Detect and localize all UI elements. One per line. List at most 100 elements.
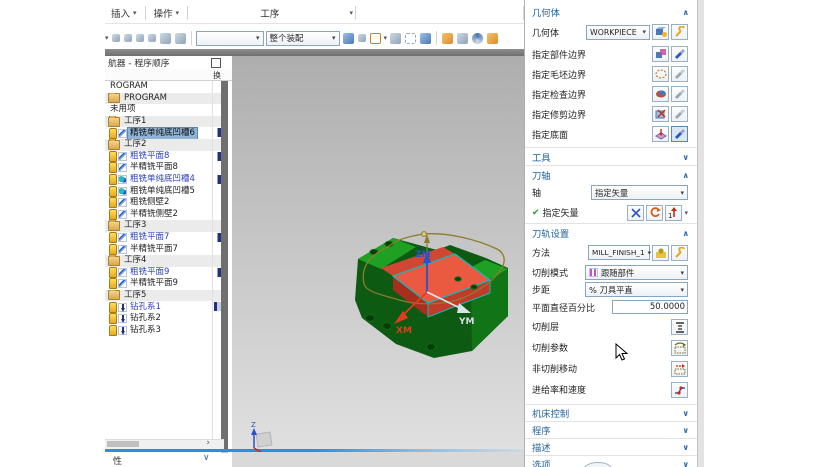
vertical-scrollbar[interactable]: [221, 81, 228, 465]
grid-window-icon[interactable]: [487, 33, 498, 44]
display-boundary-button[interactable]: [671, 106, 688, 122]
method-combo[interactable]: MILL_FINISH_1 ▾: [588, 245, 650, 260]
section-tool[interactable]: 工具 ∨: [525, 147, 697, 165]
3d-model[interactable]: ZM XM YM Z X: [232, 56, 524, 452]
display-boundary-button[interactable]: [671, 126, 688, 142]
edit-geometry-button[interactable]: [671, 24, 688, 40]
scrollbar-thumb[interactable]: [221, 81, 228, 451]
undock-icon[interactable]: [211, 58, 221, 68]
tree-row[interactable]: 粗铣平面7: [105, 232, 221, 244]
chevron-up-icon[interactable]: ∧: [683, 8, 690, 17]
tree-row[interactable]: 工序4: [105, 255, 221, 267]
tree-row[interactable]: 粗铣单纯底凹槽5: [105, 185, 221, 197]
window-cascade-icon[interactable]: [442, 33, 453, 44]
chevron-down-icon[interactable]: ▾: [384, 34, 388, 42]
chain-icon[interactable]: [124, 34, 132, 42]
pattern-icon[interactable]: [136, 34, 144, 42]
tree-row[interactable]: 未用项: [105, 104, 221, 116]
display-boundary-button[interactable]: [671, 46, 688, 62]
stepover-combo[interactable]: % 刀具平直 ▾: [585, 282, 688, 297]
wave-icon[interactable]: [358, 34, 366, 42]
tree-row[interactable]: 半精铣平面9: [105, 278, 221, 290]
curve-icon[interactable]: [160, 33, 171, 44]
scroll-right-arrow-icon[interactable]: ›: [206, 438, 210, 448]
specify-boundary-button[interactable]: [652, 106, 669, 122]
horizontal-scrollbar[interactable]: ›: [105, 439, 224, 449]
section-程序[interactable]: 程序∨: [525, 421, 697, 438]
menu-insert[interactable]: 插入 ▾: [105, 6, 143, 20]
reset-vector-button[interactable]: [646, 205, 663, 221]
new-window-icon[interactable]: [370, 33, 381, 44]
tree-row[interactable]: 粗铣侧壁2: [105, 197, 221, 209]
tree-row[interactable]: 工序3: [105, 220, 221, 232]
window-icon[interactable]: [457, 33, 468, 44]
gear-icon[interactable]: [343, 33, 354, 44]
tree-row[interactable]: 粗铣平面9: [105, 267, 221, 279]
tree-row[interactable]: 半精铣侧壁2: [105, 209, 221, 221]
new-method-button[interactable]: [652, 245, 669, 261]
tree-row[interactable]: 粗铣单纯底凹槽4: [105, 174, 221, 186]
geometry-combo[interactable]: WORKPIECE ▾: [586, 25, 650, 40]
specify-boundary-button[interactable]: [652, 86, 669, 102]
edit-method-button[interactable]: [671, 245, 688, 261]
snap-icon[interactable]: [148, 34, 156, 42]
section-geometry[interactable]: 几何体 ∧: [525, 0, 697, 20]
chevron-down-icon[interactable]: ▾: [105, 34, 109, 42]
show-hide-icon[interactable]: [420, 33, 431, 44]
display-boundary-button[interactable]: [671, 66, 688, 82]
tree-row[interactable]: 工序1: [105, 116, 221, 128]
vector-dialog-button[interactable]: [627, 205, 644, 221]
axis-combo[interactable]: 指定矢量 ▾: [591, 185, 688, 200]
tree-row[interactable]: 钻孔系1: [105, 301, 221, 313]
tree-row[interactable]: 工序5: [105, 290, 221, 302]
chevron-down-icon[interactable]: ▾: [684, 209, 688, 217]
display-boundary-button[interactable]: [671, 86, 688, 102]
link-icon[interactable]: [112, 34, 120, 42]
chevron-down-icon[interactable]: ∨: [683, 426, 690, 435]
section-path-settings[interactable]: 刀轨设置 ∧: [525, 223, 697, 241]
specify-boundary-button[interactable]: [652, 46, 669, 62]
chevron-down-icon[interactable]: ∨: [683, 443, 690, 452]
tree-row[interactable]: PROGRAM: [105, 93, 221, 105]
inferred-vector-button[interactable]: 1: [665, 205, 682, 221]
chevron-up-icon[interactable]: ∧: [683, 229, 690, 238]
bottom-collapsed-panel[interactable]: 性 ∨: [105, 453, 232, 467]
chevron-down-icon[interactable]: ∨: [683, 409, 690, 418]
chevron-up-icon[interactable]: ∧: [683, 171, 690, 180]
specify-boundary-button[interactable]: [652, 126, 669, 142]
path-setting-button[interactable]: [671, 361, 688, 377]
tree-row[interactable]: 半精铣平面8: [105, 162, 221, 174]
navigator-column-header[interactable]: 换: [105, 69, 232, 81]
cut-mode-combo[interactable]: 跟随部件 ▾: [585, 265, 688, 280]
tree-row[interactable]: 钻孔系2: [105, 313, 221, 325]
scrollbar-thumb[interactable]: [107, 441, 139, 447]
path-setting-button[interactable]: [671, 340, 688, 356]
section-机床控制[interactable]: 机床控制∨: [525, 404, 697, 421]
section-tool-axis[interactable]: 刀轴 ∧: [525, 165, 697, 183]
new-geometry-button[interactable]: [652, 24, 669, 40]
refresh-icon[interactable]: [472, 33, 483, 44]
tree-row[interactable]: 工序2: [105, 139, 221, 151]
specify-boundary-button[interactable]: [652, 66, 669, 82]
rotate-icon[interactable]: [390, 33, 401, 44]
tree-row[interactable]: 粗铣平面8: [105, 151, 221, 163]
tree-row[interactable]: 半精铣平面7: [105, 243, 221, 255]
lasso-icon[interactable]: [405, 33, 416, 44]
tree-row[interactable]: 钻孔系3: [105, 324, 221, 336]
tree-row[interactable]: 精铣单纯底凹槽6: [105, 127, 221, 139]
path-setting-button[interactable]: [671, 319, 688, 335]
assembly-filter-combo[interactable]: 整个装配 ▾: [266, 31, 340, 46]
chevron-down-icon[interactable]: ▾: [350, 9, 354, 17]
path-setting-button[interactable]: [671, 382, 688, 398]
tree-row[interactable]: ROGRAM: [105, 81, 221, 93]
panel-scrollbar[interactable]: [697, 0, 704, 467]
chevron-down-icon[interactable]: ∨: [683, 460, 690, 467]
percent-field[interactable]: 50.0000: [612, 300, 688, 314]
boundary-start-point[interactable]: [422, 232, 427, 237]
menu-operate[interactable]: 操作 ▾: [148, 6, 186, 20]
chevron-down-icon[interactable]: ∨: [203, 453, 210, 463]
measure-icon[interactable]: [175, 33, 186, 44]
section-描述[interactable]: 描述∨: [525, 438, 697, 455]
chevron-down-icon[interactable]: ∨: [683, 153, 690, 162]
selection-scope-combo[interactable]: ▾: [196, 31, 264, 46]
